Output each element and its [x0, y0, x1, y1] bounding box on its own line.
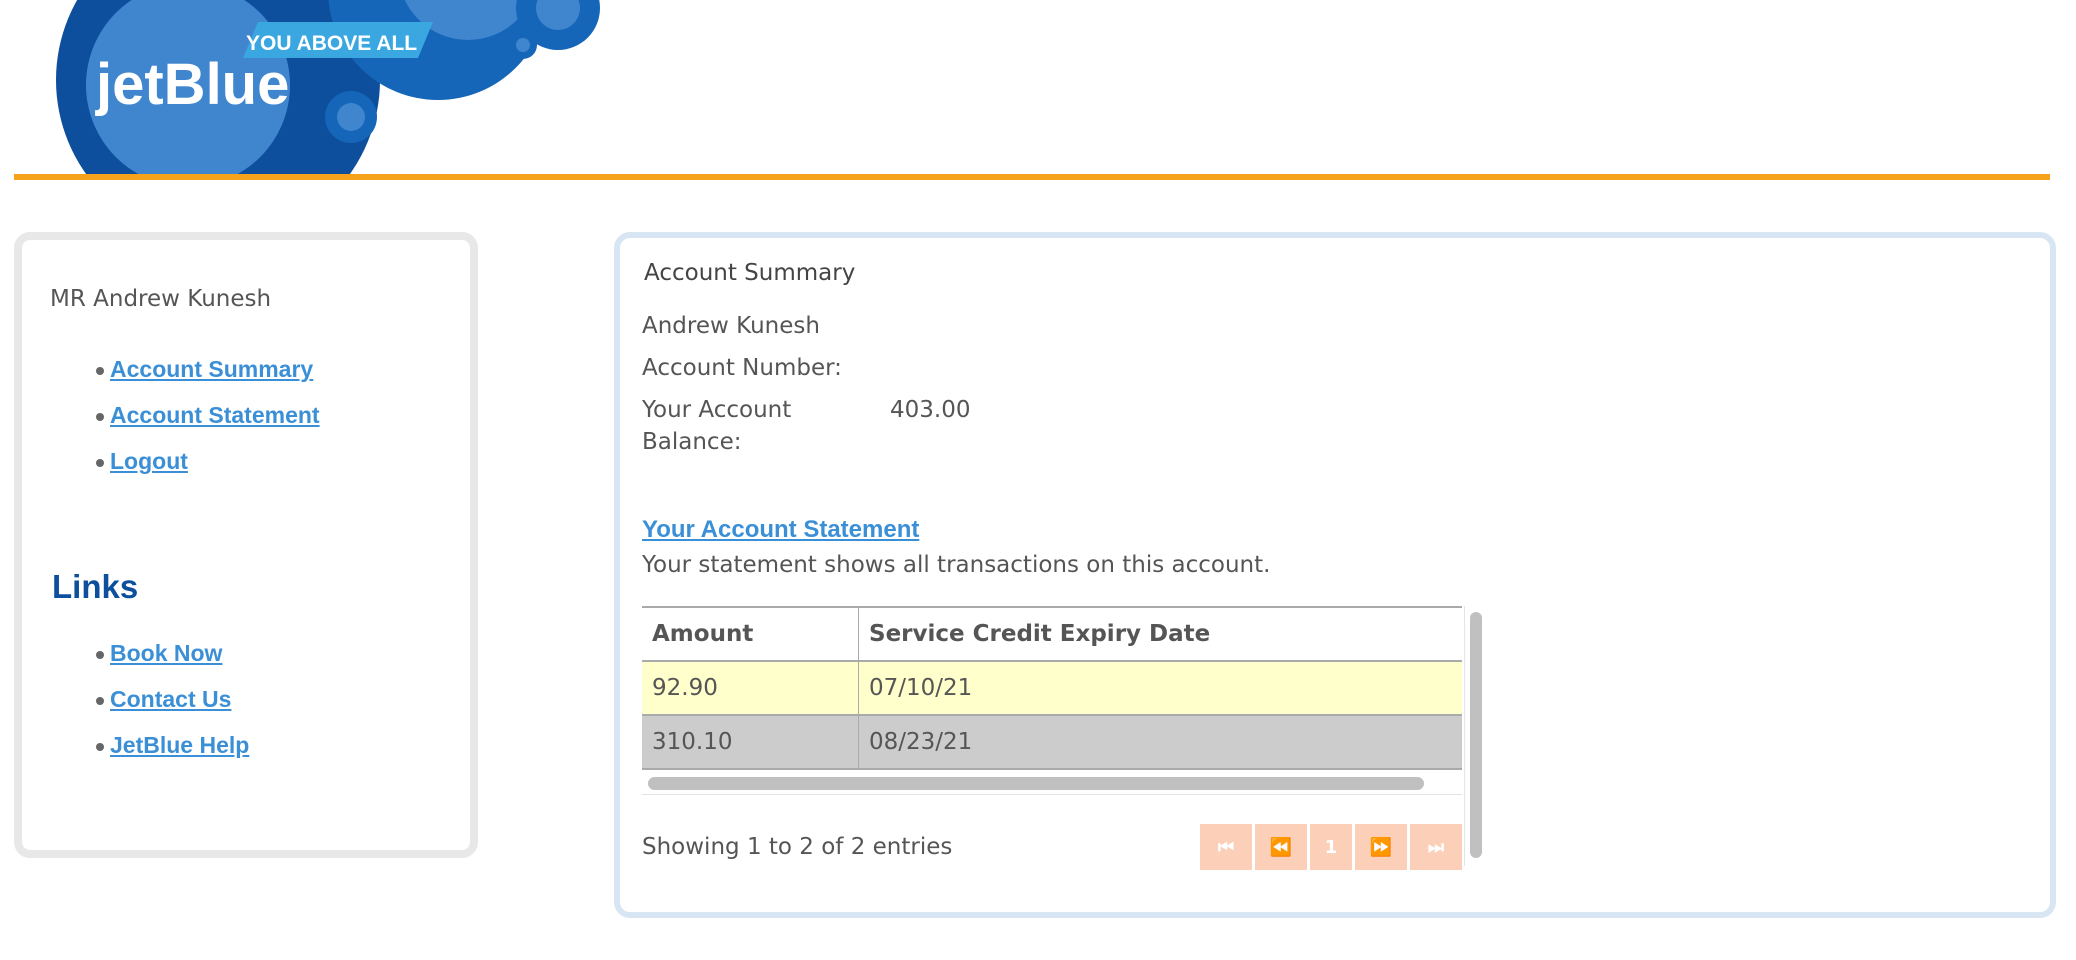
contact-us-link[interactable]: Contact Us [110, 686, 231, 712]
next-page-icon: ⏩ [1369, 836, 1393, 858]
balance-label: Your Account Balance: [642, 397, 792, 455]
links-heading: Links [52, 568, 139, 605]
account-nav: Account Summary Account Statement Logout [50, 356, 320, 494]
cell-amount: 310.10 [642, 715, 859, 770]
jetblue-help-link[interactable]: JetBlue Help [110, 732, 249, 758]
account-statement-heading-link[interactable]: Your Account Statement [642, 516, 919, 544]
account-summary-panel: Account Summary Andrew Kunesh Account Nu… [614, 232, 2056, 918]
vertical-scrollbar[interactable] [1464, 606, 1487, 866]
header-divider [14, 174, 2050, 180]
table-row: 92.90 07/10/21 [642, 661, 1462, 716]
nav-item-jetblue-help: JetBlue Help [50, 732, 249, 778]
book-now-link[interactable]: Book Now [110, 640, 222, 666]
horizontal-scrollbar[interactable] [642, 772, 1462, 795]
account-summary-link[interactable]: Account Summary [110, 356, 313, 382]
user-name: MR Andrew Kunesh [50, 286, 272, 312]
last-page-icon: ⏭ [1427, 836, 1445, 858]
last-page-button[interactable]: ⏭ [1410, 824, 1462, 870]
account-holder-name: Andrew Kunesh [642, 313, 820, 339]
first-page-button[interactable]: ⏮ [1200, 824, 1252, 870]
jetblue-logo[interactable]: YOU ABOVE ALL jetBlue [28, 0, 608, 176]
table-row: 310.10 08/23/21 [642, 715, 1462, 770]
entries-info: Showing 1 to 2 of 2 entries [642, 834, 953, 860]
statement-description: Your statement shows all transactions on… [642, 552, 1271, 578]
account-statement-link[interactable]: Account Statement [110, 402, 320, 428]
nav-item-logout: Logout [50, 448, 320, 494]
nav-item-account-summary: Account Summary [50, 356, 320, 402]
account-number-label: Account Number: [642, 355, 842, 381]
previous-page-button[interactable]: ⏪ [1255, 824, 1307, 870]
sidebar: MR Andrew Kunesh Account Summary Account… [14, 232, 478, 858]
cell-amount: 92.90 [642, 661, 859, 716]
logout-link[interactable]: Logout [110, 448, 188, 474]
column-header-amount[interactable]: Amount [642, 606, 859, 662]
balance-value: 403.00 [890, 397, 971, 423]
panel-title: Account Summary [644, 260, 856, 286]
links-nav: Book Now Contact Us JetBlue Help [50, 640, 249, 778]
cell-expiry-date: 08/23/21 [858, 715, 1462, 770]
nav-item-book-now: Book Now [50, 640, 249, 686]
horizontal-scrollbar-thumb[interactable] [648, 777, 1424, 790]
statement-table: Amount Service Credit Expiry Date 92.90 … [642, 606, 1462, 770]
page-1-button[interactable]: 1 [1310, 824, 1352, 870]
cell-expiry-date: 07/10/21 [858, 661, 1462, 716]
page-header: YOU ABOVE ALL jetBlue [0, 0, 2076, 184]
next-page-button[interactable]: ⏩ [1355, 824, 1407, 870]
previous-page-icon: ⏪ [1269, 836, 1293, 858]
vertical-scrollbar-thumb[interactable] [1470, 612, 1482, 858]
nav-item-account-statement: Account Statement [50, 402, 320, 448]
first-page-icon: ⏮ [1217, 836, 1235, 858]
nav-item-contact-us: Contact Us [50, 686, 249, 732]
logo-wordmark: jetBlue [95, 52, 289, 117]
pagination: ⏮ ⏪ 1 ⏩ ⏭ [1200, 824, 1462, 870]
column-header-expiry-date[interactable]: Service Credit Expiry Date [858, 606, 1462, 662]
table-header-row: Amount Service Credit Expiry Date [642, 606, 1462, 662]
